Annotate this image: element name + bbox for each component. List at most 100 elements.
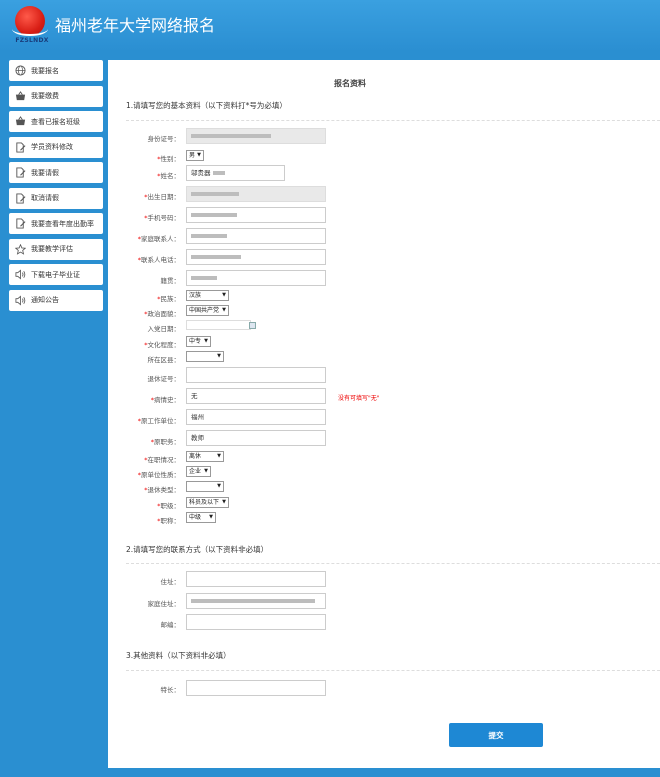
sidebar: 我要报名我要缴费查看已报名班级 学员资料修改 我要请假取消请假我要查看年度出勤率 我要… (9, 60, 103, 315)
dropdown-arrow-icon: ▼ (217, 483, 221, 489)
submit-button[interactable]: 提交 (449, 723, 543, 747)
dropdown-arrow-icon: ▼ (209, 514, 213, 520)
footer-bar (0, 768, 660, 777)
name-label: *姓名： (157, 172, 180, 180)
speaker-icon (14, 294, 26, 306)
position-label: *原职务： (150, 438, 180, 446)
calendar-icon[interactable] (249, 322, 256, 329)
header: FZSLNDX 福州老年大学网络报名 (0, 0, 660, 50)
family-contact-field[interactable] (186, 228, 326, 244)
work-unit-field[interactable]: 福州 (186, 409, 326, 425)
position-field[interactable]: 教师 (186, 430, 326, 446)
dropdown-arrow-icon: ▼ (204, 338, 208, 344)
name-field[interactable]: 邬贵器 (186, 165, 285, 181)
mobile-label: *手机号码： (144, 214, 180, 222)
sidebar-item-label: 我要教学评估 (31, 245, 73, 253)
cart-icon (14, 90, 26, 102)
postal-code-field[interactable] (186, 614, 326, 630)
medical-field[interactable]: 无 (186, 388, 326, 404)
ethnic-label: *民族： (157, 295, 180, 303)
sidebar-item-label: 通知公告 (31, 296, 59, 304)
residence-label: 住址： (160, 578, 181, 586)
rank-select[interactable]: 科员及以下 ▼ (186, 497, 229, 508)
political-select[interactable]: 中国共产党 ▼ (186, 305, 229, 316)
contact-phone-label: *联系人电话： (137, 256, 180, 264)
join-date-field[interactable] (186, 320, 251, 330)
sidebar-item[interactable]: 我要报名 (9, 60, 103, 81)
dropdown-arrow-icon: ▼ (222, 499, 226, 505)
dropdown-arrow-icon: ▼ (217, 353, 221, 359)
join-date-label: 入党日期： (147, 325, 181, 333)
section-contact-title: 2.请填写您的联系方式（以下资料非必填） (126, 545, 269, 554)
dropdown-arrow-icon: ▼ (204, 468, 208, 474)
page-title: 报名资料 (334, 79, 366, 88)
education-label: *文化程度： (144, 341, 180, 349)
sidebar-item-label: 查看已报名班级 (31, 117, 80, 126)
sidebar-item[interactable]: 我要教学评估 (9, 238, 103, 260)
sidebar-item-label: 我要请假 (31, 168, 59, 177)
document-edit-icon (14, 218, 26, 230)
sidebar-item[interactable]: 学员资料修改 (9, 136, 103, 158)
ethnic-select[interactable]: 汉族 ▼ (186, 290, 229, 301)
dropdown-arrow-icon: ▼ (217, 453, 221, 459)
unit-nature-select[interactable]: 企业 ▼ (186, 466, 211, 477)
work-unit-label: *原工作单位： (137, 417, 180, 425)
birth-date-label: *出生日期： (144, 193, 180, 201)
district-label: 所在区县： (147, 356, 181, 364)
speaker-icon (14, 269, 26, 281)
school-logo: FZSLNDX (12, 4, 48, 46)
district-select[interactable]: ▼ (186, 351, 224, 362)
gender-label: *性别： (157, 155, 180, 163)
veteran-field[interactable] (186, 367, 326, 383)
political-label: *政治面貌： (144, 310, 180, 318)
unit-nature-label: *原单位性质： (137, 471, 180, 479)
family-contact-label: *家庭联系人： (137, 235, 180, 243)
site-title: 福州老年大学网络报名 (55, 16, 216, 35)
section-basic-title: 1.请填写您的基本资料（以下资料打*号为必填） (126, 101, 287, 110)
sidebar-item[interactable]: 取消请假 (9, 187, 103, 209)
employment-label: *在职情况： (144, 456, 180, 464)
logo-text: FZSLNDX (15, 37, 49, 44)
sidebar-item[interactable]: 我要缴费 (9, 85, 103, 107)
cart-icon (14, 116, 26, 128)
gender-select[interactable]: 男 ▼ (186, 150, 204, 161)
sidebar-item[interactable]: 下载电子毕业证 (9, 264, 103, 285)
mobile-field[interactable] (186, 207, 326, 223)
education-select[interactable]: 中专 ▼ (186, 336, 211, 347)
employment-select[interactable]: 离休 ▼ (186, 451, 224, 462)
title-select[interactable]: 中级 ▼ (186, 512, 216, 523)
contact-phone-field[interactable] (186, 249, 326, 265)
dropdown-arrow-icon: ▼ (222, 307, 226, 313)
sidebar-item-label: 我要缴费 (31, 92, 59, 100)
document-edit-icon (14, 141, 26, 153)
veteran-label: 退休证号： (147, 375, 181, 383)
sidebar-item-label: 学员资料修改 (31, 143, 73, 151)
native-place-label: 籍贯： (160, 277, 181, 285)
sidebar-item-label: 我要报名 (31, 66, 59, 75)
sidebar-item[interactable]: 我要请假 (9, 162, 103, 183)
id-number-field[interactable] (186, 128, 326, 144)
dropdown-arrow-icon: ▼ (197, 152, 201, 158)
sidebar-item[interactable]: 查看已报名班级 (9, 111, 103, 132)
residence-field[interactable] (186, 571, 326, 587)
sidebar-item-label: 我要查看年度出勤率 (31, 219, 94, 228)
document-edit-icon (14, 167, 26, 179)
birth-date-field[interactable] (186, 186, 326, 202)
postal-code-label: 邮编： (160, 621, 181, 629)
sidebar-item[interactable]: 我要查看年度出勤率 (9, 213, 103, 234)
divider (126, 670, 660, 671)
globe-icon (14, 65, 26, 77)
retire-type-select[interactable]: ▼ (186, 481, 224, 492)
home-address-label: 家庭住址： (147, 600, 181, 608)
divider (126, 563, 660, 564)
home-address-field[interactable] (186, 593, 326, 609)
sidebar-item-label: 下载电子毕业证 (31, 270, 80, 279)
main-panel: 报名资料 1.请填写您的基本资料（以下资料打*号为必填） 身份证号： *性别： … (108, 60, 660, 768)
specialty-label: 特长： (160, 686, 181, 694)
specialty-field[interactable] (186, 680, 326, 696)
medical-hint: 没有可填写"无" (338, 395, 380, 402)
native-place-field[interactable] (186, 270, 326, 286)
sidebar-item-label: 取消请假 (31, 194, 59, 202)
star-icon (14, 243, 26, 255)
sidebar-item[interactable]: 通知公告 (9, 289, 103, 311)
